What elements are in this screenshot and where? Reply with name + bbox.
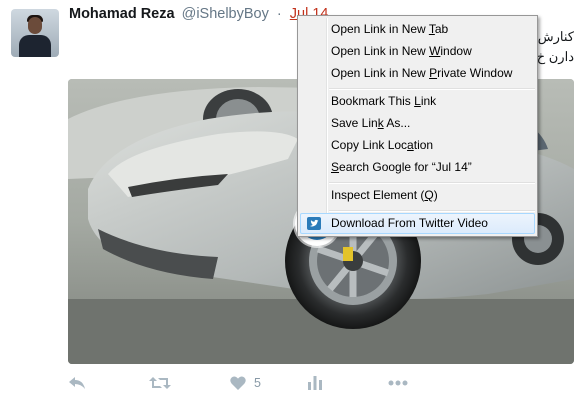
- menu-search-google[interactable]: Search Google for “Jul 14”: [300, 157, 535, 178]
- menu-inspect-element[interactable]: Inspect Element (Q): [300, 185, 535, 206]
- tweet-header: Mohamad Reza @iShelbyBoy · Jul 14: [69, 6, 328, 24]
- menu-separator: [329, 210, 535, 212]
- context-menu: Open Link in New Tab Open Link in New Wi…: [297, 15, 538, 237]
- menu-copy-link-location[interactable]: Copy Link Location: [300, 135, 535, 156]
- menu-open-new-tab[interactable]: Open Link in New Tab: [300, 19, 535, 40]
- author-name[interactable]: Mohamad Reza: [69, 6, 175, 22]
- bar-chart-icon: [308, 376, 322, 390]
- menu-separator: [329, 182, 535, 184]
- menu-open-new-window[interactable]: Open Link in New Window: [300, 41, 535, 62]
- like-count: 5: [254, 376, 261, 390]
- menu-download-twitter-video[interactable]: Download From Twitter Video: [300, 213, 535, 234]
- menu-save-link-as[interactable]: Save Link As...: [300, 113, 535, 134]
- author-handle[interactable]: @iShelbyBoy: [182, 6, 269, 22]
- separator: ·: [276, 6, 282, 22]
- twitter-bird-icon: [307, 217, 321, 230]
- retweet-button[interactable]: [149, 372, 171, 394]
- reply-button[interactable]: [68, 372, 86, 394]
- menu-bookmark-link[interactable]: Bookmark This Link: [300, 91, 535, 112]
- retweet-icon: [149, 376, 171, 390]
- like-button[interactable]: 5: [230, 372, 261, 394]
- author-avatar[interactable]: [11, 9, 59, 57]
- menu-open-new-private-window[interactable]: Open Link in New Private Window: [300, 63, 535, 84]
- more-button[interactable]: [388, 372, 408, 394]
- reply-arrow-icon: [68, 376, 86, 390]
- more-dots-icon: [388, 380, 408, 386]
- menu-separator: [329, 88, 535, 90]
- heart-icon: [230, 376, 246, 390]
- analytics-button[interactable]: [308, 372, 322, 394]
- tweet-actions: 5: [68, 372, 428, 394]
